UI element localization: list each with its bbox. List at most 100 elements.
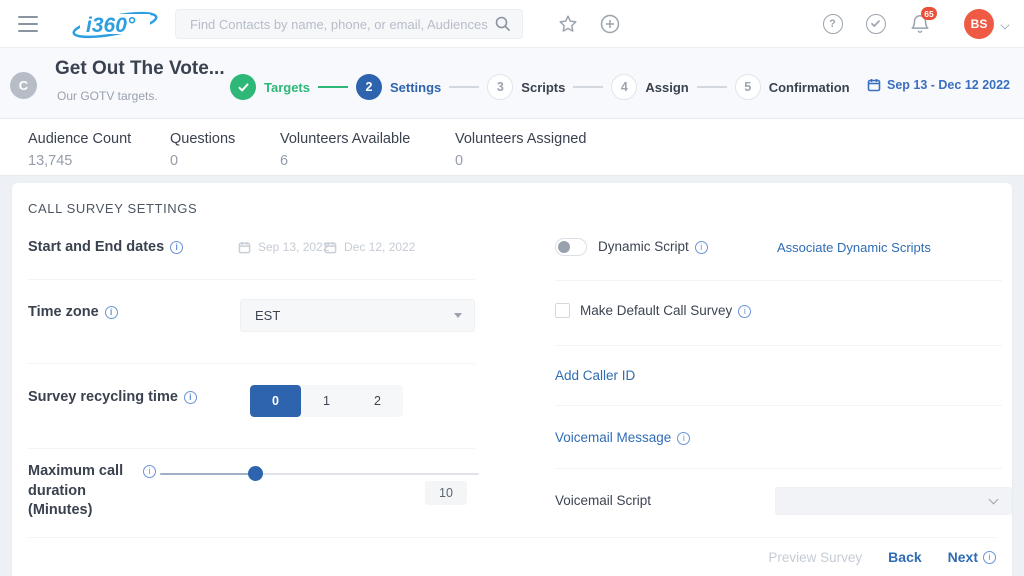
divider [28, 537, 996, 538]
step-connector [697, 86, 727, 88]
add-new-icon[interactable] [600, 14, 620, 34]
step-scripts-number: 3 [487, 74, 513, 100]
recycling-option-1[interactable]: 1 [301, 385, 352, 417]
logo-text: i360° [86, 14, 136, 37]
divider [555, 345, 1002, 346]
call-survey-settings-page: i360° 65 BS C Get Out The Vote... O [0, 0, 1024, 576]
status-check-icon[interactable] [866, 14, 886, 34]
divider [555, 280, 1002, 281]
recycling-option-0[interactable]: 0 [250, 385, 301, 417]
wizard-stepper: Targets 2 Settings 3 Scripts 4 Assign 5 … [230, 74, 850, 100]
step-targets-label: Targets [264, 80, 310, 95]
next-button[interactable]: Next [948, 549, 996, 565]
user-avatar[interactable]: BS [964, 9, 994, 39]
call-survey-settings-card: CALL SURVEY SETTINGS Start and End dates… [12, 183, 1012, 576]
info-icon[interactable] [184, 391, 197, 404]
avatar-chevron-down-icon[interactable] [1000, 20, 1009, 29]
stat-value: 6 [280, 153, 410, 169]
timezone-select[interactable]: EST [240, 299, 475, 332]
step-assign[interactable]: 4 Assign [611, 74, 688, 100]
step-scripts[interactable]: 3 Scripts [487, 74, 565, 100]
step-connector [573, 86, 603, 88]
section-title: CALL SURVEY SETTINGS [28, 201, 197, 216]
recycling-option-2[interactable]: 2 [352, 385, 403, 417]
chevron-down-icon [989, 495, 999, 505]
help-icon[interactable] [823, 14, 843, 34]
step-settings-number: 2 [356, 74, 382, 100]
add-caller-id-link[interactable]: Add Caller ID [555, 368, 635, 383]
campaign-date-range[interactable]: Sep 13 - Dec 12 2022 [867, 78, 1010, 92]
step-targets-check-icon [230, 74, 256, 100]
toggle-knob [558, 241, 570, 253]
recycling-label: Survey recycling time [28, 389, 197, 405]
dynamic-script-toggle[interactable] [555, 238, 587, 256]
divider [555, 468, 1002, 469]
calendar-icon [324, 241, 337, 254]
divider [28, 363, 475, 364]
start-date-field[interactable]: Sep 13, 2022 [238, 240, 329, 254]
voicemail-message-link[interactable]: Voicemail Message [555, 430, 690, 445]
stat-label: Questions [170, 131, 235, 147]
dynamic-script-label: Dynamic Script [598, 239, 708, 254]
timezone-value: EST [241, 308, 454, 323]
info-icon [983, 551, 996, 564]
top-bar: i360° 65 BS [0, 0, 1024, 48]
search-input[interactable] [190, 17, 494, 32]
stat-volunteers-available: Volunteers Available 6 [280, 131, 410, 169]
step-settings-label: Settings [390, 80, 441, 95]
search-icon[interactable] [494, 15, 512, 33]
divider [555, 405, 1002, 406]
step-confirmation-number: 5 [735, 74, 761, 100]
stat-value: 13,745 [28, 153, 131, 169]
associate-dynamic-scripts-link[interactable]: Associate Dynamic Scripts [777, 240, 931, 255]
make-default-label: Make Default Call Survey [580, 303, 751, 318]
info-icon[interactable] [105, 306, 118, 319]
step-settings[interactable]: 2 Settings [356, 74, 441, 100]
hamburger-menu-icon[interactable] [18, 16, 38, 32]
calendar-icon [238, 241, 251, 254]
recycling-segmented-control: 0 1 2 [250, 385, 403, 417]
notification-count-badge[interactable]: 65 [921, 7, 937, 20]
start-end-dates-label: Start and End dates [28, 239, 183, 255]
calendar-icon [867, 78, 881, 92]
page-subtitle: Our GOTV targets. [57, 89, 158, 103]
stat-label: Volunteers Available [280, 131, 410, 147]
make-default-checkbox[interactable] [555, 303, 570, 318]
campaign-header: C Get Out The Vote... Our GOTV targets. … [0, 48, 1024, 118]
chevron-down-icon [454, 313, 462, 318]
step-targets[interactable]: Targets [230, 74, 310, 100]
divider [28, 448, 475, 449]
info-icon[interactable] [143, 465, 156, 478]
favorite-star-icon[interactable] [557, 13, 579, 35]
stat-label: Audience Count [28, 131, 131, 147]
end-date-value: Dec 12, 2022 [344, 240, 415, 254]
i360-logo[interactable]: i360° [68, 6, 164, 47]
info-icon[interactable] [170, 241, 183, 254]
divider [28, 279, 475, 280]
next-button-label: Next [948, 549, 978, 565]
stat-label: Volunteers Assigned [455, 131, 586, 147]
step-connector [449, 86, 479, 88]
stats-bar: Audience Count 13,745 Questions 0 Volunt… [0, 118, 1024, 176]
back-button[interactable]: Back [888, 549, 921, 565]
info-icon[interactable] [738, 305, 751, 318]
voicemail-script-select[interactable] [775, 487, 1012, 515]
campaign-avatar: C [10, 72, 37, 99]
info-icon[interactable] [677, 432, 690, 445]
end-date-field[interactable]: Dec 12, 2022 [324, 240, 415, 254]
step-scripts-label: Scripts [521, 80, 565, 95]
global-search[interactable] [175, 9, 523, 39]
preview-survey-button[interactable]: Preview Survey [768, 550, 862, 565]
footer-actions: Preview Survey Back Next [768, 549, 996, 565]
duration-slider-thumb[interactable] [248, 466, 263, 481]
voicemail-script-label: Voicemail Script [555, 493, 651, 508]
max-call-duration-label: Maximum call duration (Minutes) [28, 462, 134, 521]
page-title: Get Out The Vote... [55, 58, 225, 80]
step-confirmation[interactable]: 5 Confirmation [735, 74, 850, 100]
timezone-label: Time zone [28, 304, 118, 320]
date-range-text: Sep 13 - Dec 12 2022 [887, 78, 1010, 92]
info-icon[interactable] [695, 241, 708, 254]
stat-value: 0 [455, 153, 586, 169]
step-confirmation-label: Confirmation [769, 80, 850, 95]
stat-audience-count: Audience Count 13,745 [28, 131, 131, 169]
